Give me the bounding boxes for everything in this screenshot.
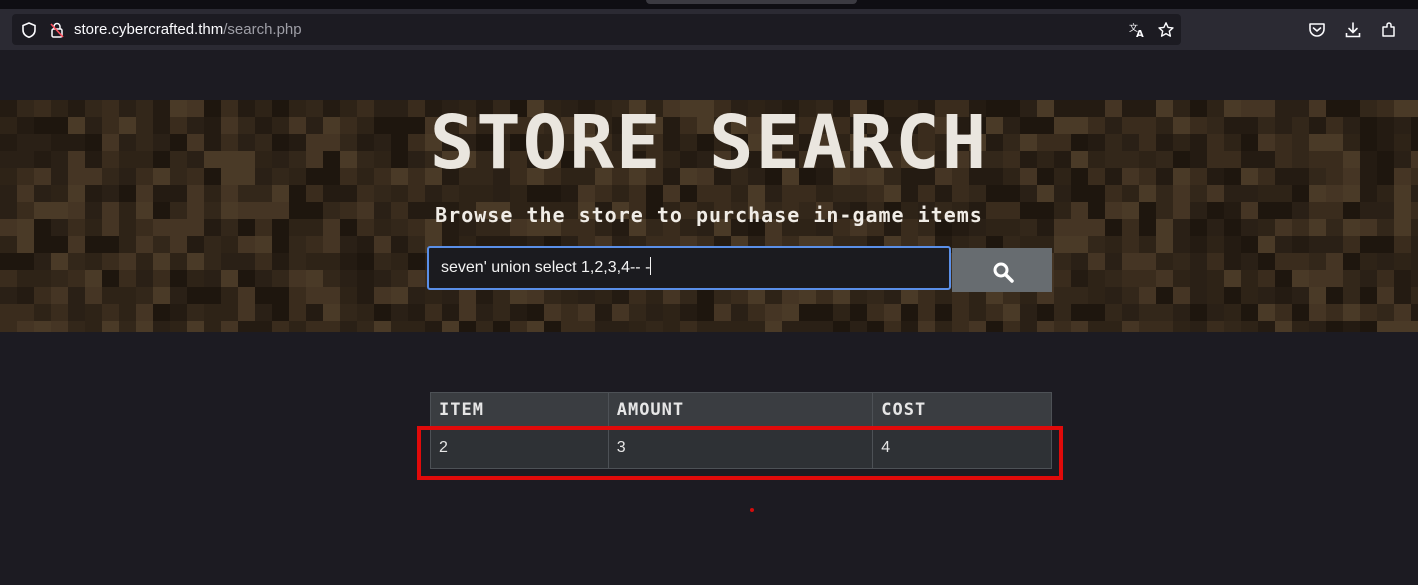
extensions-icon[interactable] xyxy=(1379,20,1399,40)
bookmark-star-icon[interactable] xyxy=(1157,21,1175,39)
column-header-cost: COST xyxy=(872,392,1052,428)
search-input[interactable]: seven' union select 1,2,3,4-- - xyxy=(427,246,951,290)
shield-icon[interactable] xyxy=(20,21,38,39)
url-host: store.cybercrafted.thm xyxy=(74,21,224,38)
annotation-dot xyxy=(750,508,754,512)
hero-banner: STORE SEARCH Browse the store to purchas… xyxy=(0,100,1418,332)
url-text[interactable]: store.cybercrafted.thm/search.php xyxy=(74,14,302,45)
download-icon[interactable] xyxy=(1343,20,1363,40)
browser-toolbar: store.cybercrafted.thm/search.php 文 A xyxy=(0,9,1418,50)
cell-cost: 4 xyxy=(872,427,1052,469)
page-lock-icon[interactable] xyxy=(48,21,66,39)
active-tab-edge[interactable] xyxy=(646,0,857,4)
translate-icon[interactable]: 文 A xyxy=(1128,21,1146,39)
column-header-amount: AMOUNT xyxy=(607,392,874,428)
column-header-item: ITEM xyxy=(430,392,609,428)
page-title-text: STORE SEARCH xyxy=(430,100,989,186)
search-input-value: seven' union select 1,2,3,4-- - xyxy=(441,259,651,276)
results-table: ITEM AMOUNT COST 2 3 4 xyxy=(430,392,1052,469)
page-subtitle: Browse the store to purchase in-game ite… xyxy=(435,203,983,227)
search-button[interactable] xyxy=(952,248,1052,292)
cell-amount: 3 xyxy=(607,427,874,469)
tab-strip xyxy=(0,0,1418,9)
search-icon xyxy=(993,262,1014,283)
text-caret xyxy=(650,257,652,275)
svg-text:A: A xyxy=(1136,29,1144,39)
url-path: /search.php xyxy=(223,21,302,38)
cell-item: 2 xyxy=(430,427,609,469)
pocket-icon[interactable] xyxy=(1307,20,1327,40)
table-row: 2 3 4 xyxy=(430,427,1052,469)
url-bar[interactable]: store.cybercrafted.thm/search.php 文 A xyxy=(12,14,1181,45)
table-header-row: ITEM AMOUNT COST xyxy=(430,392,1052,428)
